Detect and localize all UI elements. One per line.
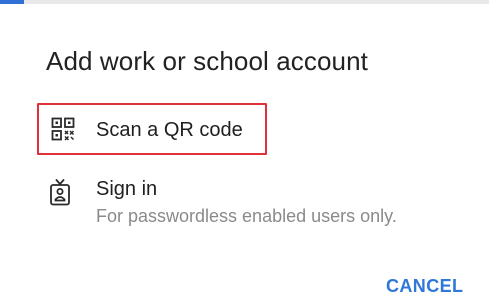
sign-in-option[interactable]: Sign in For passwordless enabled users o…: [49, 176, 469, 236]
qr-code-icon: [51, 117, 75, 141]
cancel-button[interactable]: CANCEL: [386, 276, 463, 293]
dialog-title: Add work or school account: [46, 46, 368, 76]
sign-in-label: Sign in: [96, 178, 158, 200]
screen: Add work or school account Scan a QR cod…: [0, 0, 489, 293]
badge-icon: [49, 178, 71, 206]
add-account-dialog: Add work or school account Scan a QR cod…: [0, 4, 489, 293]
scan-qr-code-label: Scan a QR code: [96, 119, 243, 141]
sign-in-sublabel: For passwordless enabled users only.: [96, 206, 397, 226]
scan-qr-code-option[interactable]: Scan a QR code: [37, 103, 267, 155]
